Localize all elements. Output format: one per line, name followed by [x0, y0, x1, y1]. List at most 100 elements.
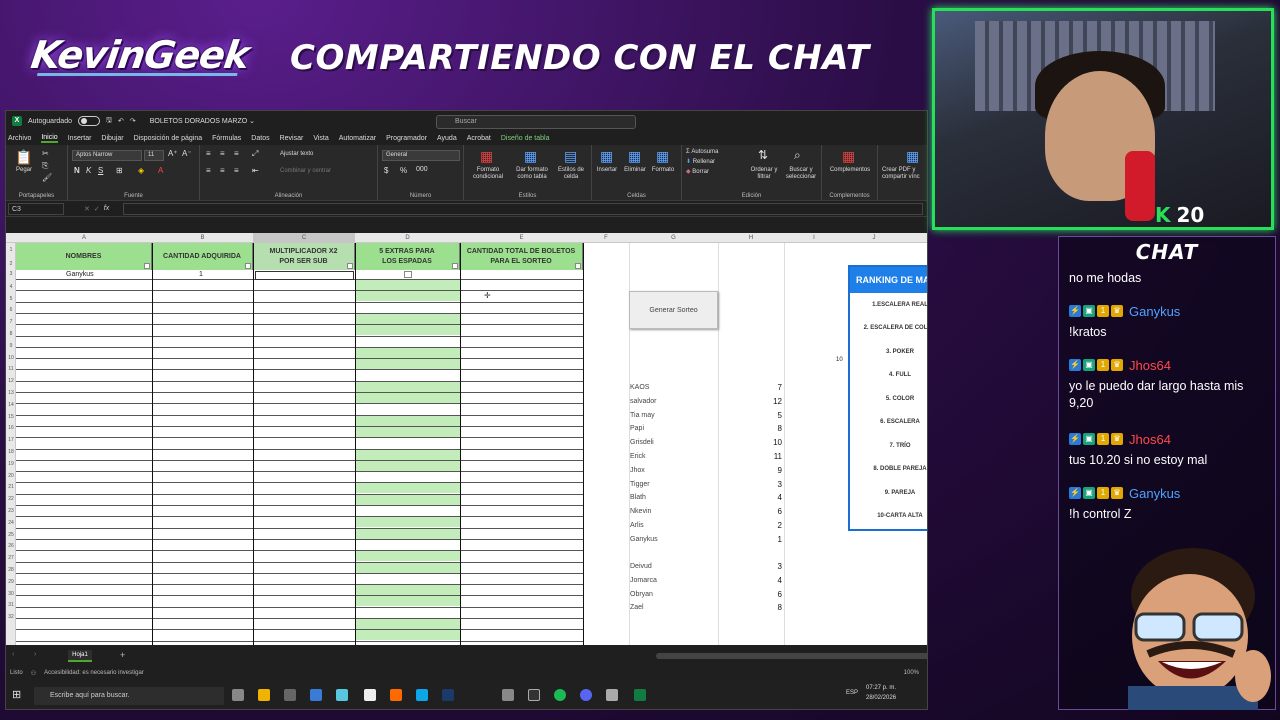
accessibility-icon[interactable]: ⚇ — [31, 670, 36, 677]
row-header[interactable]: 22 — [6, 496, 16, 502]
filter-dropdown-icon[interactable] — [144, 263, 150, 269]
column-header[interactable]: G — [629, 233, 718, 243]
fill-color-icon[interactable]: ◈ — [138, 166, 144, 175]
cut-icon[interactable]: ✂ — [42, 149, 49, 158]
participant-tickets[interactable]: 8 — [746, 424, 782, 433]
participant-name[interactable]: salvador — [630, 398, 656, 405]
ribbon-tab-5[interactable]: Fórmulas — [212, 135, 241, 142]
table-format-icon[interactable]: ▦ — [524, 148, 537, 165]
participant-tickets[interactable]: 1 — [746, 535, 782, 544]
font-size-select[interactable]: 11 — [144, 150, 164, 161]
participant-tickets[interactable]: 12 — [746, 397, 782, 406]
sort-filter-icon[interactable]: ⇅ — [758, 148, 768, 162]
column-header[interactable]: A — [16, 233, 152, 243]
participant-tickets[interactable]: 3 — [746, 480, 782, 489]
borders-icon[interactable]: ⊞ — [116, 166, 123, 175]
row-header[interactable]: 32 — [6, 614, 16, 620]
table-format-button[interactable]: Dar formato como tabla — [512, 167, 552, 181]
spotify-icon[interactable] — [554, 689, 566, 701]
sheet-tab-hoja1[interactable]: Hoja1 — [68, 650, 92, 662]
ribbon-tab-1[interactable]: Inicio — [41, 134, 58, 143]
header-total[interactable]: CANTIDAD TOTAL DE BOLETOS PARA EL SORTEO — [460, 243, 583, 270]
participant-tickets[interactable]: 4 — [746, 576, 782, 585]
clock-date[interactable]: 28/02/2026 — [866, 695, 896, 701]
clock-time[interactable]: 07:27 p. m. — [866, 685, 896, 691]
column-header[interactable]: D — [355, 233, 460, 243]
row-header[interactable]: 28 — [6, 567, 16, 573]
filter-dropdown-icon[interactable] — [347, 263, 353, 269]
format-painter-icon[interactable]: 🖌 — [42, 173, 52, 182]
row-header[interactable]: 5 — [6, 296, 16, 302]
chat-username[interactable]: Ganykus — [1129, 304, 1180, 319]
participant-tickets[interactable]: 8 — [746, 603, 782, 612]
participant-tickets[interactable]: 6 — [746, 590, 782, 599]
insert-cells-icon[interactable]: ▦ — [600, 148, 613, 165]
search-input[interactable]: Buscar — [436, 115, 636, 129]
grow-font-icon[interactable]: A⁺ — [168, 149, 178, 158]
align-left-icon[interactable]: ≡ — [206, 166, 211, 175]
delete-cells-icon[interactable]: ▦ — [628, 148, 641, 165]
addins-button[interactable]: Complementos — [824, 167, 876, 174]
column-header[interactable]: H — [718, 233, 784, 243]
participant-name[interactable]: Papi — [630, 425, 644, 432]
number-format-select[interactable]: General — [382, 150, 460, 161]
microphone-icon[interactable] — [364, 689, 376, 701]
participant-name[interactable]: Tigger — [630, 481, 650, 488]
align-bottom-icon[interactable]: ≡ — [234, 149, 239, 158]
vscode-icon[interactable] — [310, 689, 322, 701]
underline-icon[interactable]: S — [98, 166, 103, 175]
file-explorer-icon[interactable] — [258, 689, 270, 701]
ribbon-tab-11[interactable]: Ayuda — [437, 135, 457, 142]
header-extras[interactable]: 5 EXTRAS PARA LOS ESPADAS — [355, 243, 460, 270]
chat-username[interactable]: Jhos64 — [1129, 432, 1171, 447]
ribbon-tab-6[interactable]: Datos — [251, 135, 269, 142]
row-header[interactable]: 25 — [6, 532, 16, 538]
accessibility-status[interactable]: Accesibilidad: es necesario investigar — [44, 670, 144, 676]
ribbon-tab-8[interactable]: Vista — [313, 135, 328, 142]
illustrator-icon[interactable] — [390, 689, 402, 701]
cell-styles-button[interactable]: Estilos de celda — [554, 167, 588, 181]
ribbon-tab-10[interactable]: Programador — [386, 135, 427, 142]
discord-icon[interactable] — [580, 689, 592, 701]
file-name[interactable]: BOLETOS DORADOS MARZO ⌄ — [150, 117, 255, 125]
language-indicator[interactable]: ESP — [846, 690, 858, 696]
row-header[interactable]: 10 — [6, 355, 16, 361]
ribbon-tab-4[interactable]: Disposición de página — [134, 135, 203, 142]
excel-taskbar-icon[interactable] — [634, 689, 646, 701]
autosave-toggle[interactable] — [77, 116, 100, 126]
next-sheet-icon[interactable]: › — [34, 651, 36, 658]
indent-icon[interactable]: ⇤ — [252, 166, 259, 175]
row-header[interactable]: 12 — [6, 378, 16, 384]
task-view-icon[interactable] — [232, 689, 244, 701]
sort-filter-button[interactable]: Ordenar y filtrar — [746, 167, 782, 181]
merge-center-button[interactable]: Combinar y centrar — [280, 168, 360, 175]
ribbon-tab-12[interactable]: Acrobat — [467, 135, 491, 142]
participant-tickets[interactable]: 4 — [746, 493, 782, 502]
participant-tickets[interactable]: 2 — [746, 521, 782, 530]
column-header[interactable]: I — [784, 233, 844, 243]
autosum-button[interactable]: Σ Autosuma — [686, 149, 746, 156]
row-header[interactable]: 18 — [6, 449, 16, 455]
chat-username[interactable]: Jhos64 — [1129, 358, 1171, 373]
paste-button[interactable]: Pegar — [12, 167, 36, 174]
find-select-icon[interactable]: ⌕ — [794, 148, 801, 163]
participant-tickets[interactable]: 3 — [746, 562, 782, 571]
row-header[interactable]: 24 — [6, 520, 16, 526]
participant-name[interactable]: KAOS — [630, 384, 649, 391]
row-header[interactable]: 14 — [6, 402, 16, 408]
row-header[interactable]: 16 — [6, 425, 16, 431]
orientation-icon[interactable]: ⤢ — [252, 149, 258, 159]
shrink-font-icon[interactable]: A⁻ — [182, 149, 192, 158]
steam-icon[interactable] — [442, 689, 454, 701]
currency-icon[interactable]: $ — [384, 166, 388, 175]
cell-b3[interactable]: 1 — [199, 271, 203, 278]
column-header[interactable]: E — [460, 233, 583, 243]
filter-dropdown-icon[interactable] — [575, 263, 581, 269]
delete-cells-button[interactable]: Eliminar — [620, 167, 650, 174]
name-box[interactable]: C3 — [8, 202, 64, 215]
zoom-level[interactable]: 100% — [904, 670, 919, 676]
cell-c3-selected[interactable] — [255, 271, 354, 280]
participant-name[interactable]: Grisdeli — [630, 439, 654, 446]
format-cells-button[interactable]: Formato — [648, 167, 678, 174]
percent-icon[interactable]: % — [400, 166, 407, 175]
